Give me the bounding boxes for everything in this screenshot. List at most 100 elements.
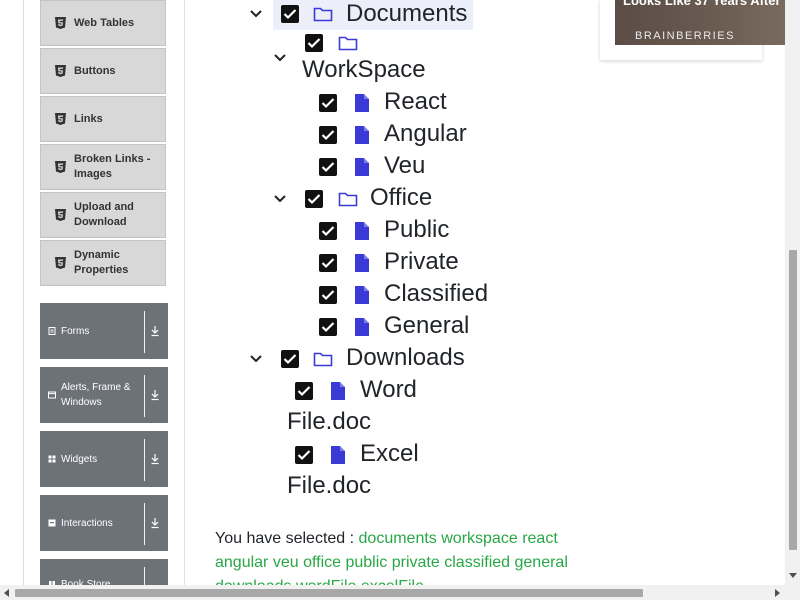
selected-item: office (303, 554, 342, 571)
box-icon (48, 519, 56, 527)
sidebar-group-label: Widgets (61, 453, 98, 465)
selected-item: workspace (441, 530, 518, 547)
sidebar-group-alerts[interactable]: Alerts, Frame & Windows (40, 367, 168, 423)
window-icon (48, 391, 56, 399)
sidebar-group-forms[interactable]: Forms (40, 303, 168, 359)
sidebar-item-label: Links (74, 112, 103, 125)
html5-icon (55, 17, 66, 29)
sidebar-item-label: Broken Links - Images (74, 153, 151, 180)
tree-label-classified[interactable]: Classified (384, 278, 488, 310)
sidebar-group-book-store[interactable]: Book Store (40, 559, 168, 585)
tree-label-general[interactable]: General (384, 310, 469, 342)
tree-label-veu[interactable]: Veu (384, 150, 425, 182)
selected-item: general (514, 554, 568, 571)
folder-icon (313, 352, 333, 367)
sidebar-group-label: Forms (61, 325, 90, 337)
file-icon (355, 158, 369, 176)
sidebar-group-label: Alerts, Frame & Windows (61, 382, 131, 408)
download-arrow-icon (151, 390, 159, 401)
chevron-down-icon[interactable] (273, 53, 287, 63)
ad-title[interactable]: Looks Like 37 Years After (623, 0, 781, 8)
selected-item: classified (444, 554, 511, 571)
file-icon (355, 222, 369, 240)
tree-label-excel-file[interactable]: Excel (360, 438, 419, 470)
sidebar-item-upload-download[interactable]: Upload and Download (40, 192, 166, 238)
vertical-scrollbar-thumb[interactable] (789, 250, 797, 550)
folder-icon (338, 192, 358, 207)
tree-label-downloads[interactable]: Downloads (346, 342, 465, 374)
file-icon (355, 94, 369, 112)
html5-icon (55, 161, 66, 173)
scroll-down-arrow-icon[interactable] (789, 573, 797, 578)
public-checkbox[interactable] (319, 222, 337, 240)
tree-label-office[interactable]: Office (370, 182, 432, 214)
veu-checkbox[interactable] (319, 158, 337, 176)
html5-icon (55, 257, 66, 269)
selected-item: react (522, 530, 558, 547)
selected-item: public (345, 554, 388, 571)
tree-label-private[interactable]: Private (384, 246, 459, 278)
group-separator (144, 503, 145, 545)
react-checkbox[interactable] (319, 94, 337, 112)
horizontal-scrollbar-thumb[interactable] (15, 589, 643, 597)
selected-item: private (391, 554, 440, 571)
angular-checkbox[interactable] (319, 126, 337, 144)
chevron-down-icon[interactable] (249, 9, 263, 19)
tree-label-angular[interactable]: Angular (384, 118, 467, 150)
chevron-down-icon[interactable] (273, 194, 287, 204)
sidebar-item-dynamic-properties[interactable]: Dynamic Properties (40, 240, 166, 286)
file-icon (48, 327, 56, 335)
group-separator (144, 375, 145, 417)
sidebar-item-broken-links[interactable]: Broken Links - Images (40, 144, 166, 190)
sidebar-group-interactions[interactable]: Interactions (40, 495, 168, 551)
file-icon (355, 318, 369, 336)
selection-prefix: You have selected : (215, 530, 355, 547)
folder-icon (338, 36, 358, 51)
sidebar-item-label: Upload and Download (74, 201, 134, 228)
sidebar-item-label: Dynamic Properties (74, 249, 129, 276)
sidebar-item-links[interactable]: Links (40, 96, 166, 142)
scroll-right-arrow-icon[interactable] (775, 589, 780, 597)
sidebar-item-web-tables[interactable]: Web Tables (40, 0, 166, 46)
file-icon (331, 446, 345, 464)
download-arrow-icon (151, 326, 159, 337)
excel-file-checkbox[interactable] (295, 446, 313, 464)
workspace-checkbox[interactable] (305, 34, 323, 52)
ad-brand: BRAINBERRIES (635, 30, 735, 42)
file-icon (355, 286, 369, 304)
sidebar-group-label: Interactions (61, 517, 113, 529)
folder-open-icon (313, 7, 333, 22)
tree-label-public[interactable]: Public (384, 214, 449, 246)
file-icon (331, 382, 345, 400)
sidebar-group-widgets[interactable]: Widgets (40, 431, 168, 487)
selected-item: documents (358, 530, 437, 547)
office-checkbox[interactable] (305, 190, 323, 208)
tree-label-react[interactable]: React (384, 86, 447, 118)
html5-icon (55, 209, 66, 221)
word-file-checkbox[interactable] (295, 382, 313, 400)
group-separator (144, 567, 145, 585)
sidebar-item-label: Buttons (74, 64, 116, 77)
sidebar-item-buttons[interactable]: Buttons (40, 48, 166, 94)
tree-label-workspace[interactable]: WorkSpace (302, 54, 426, 86)
general-checkbox[interactable] (319, 318, 337, 336)
private-checkbox[interactable] (319, 254, 337, 272)
sidebar-left-border (23, 0, 24, 585)
selected-item: angular (215, 554, 269, 571)
tree-label-word-file[interactable]: Word (360, 374, 417, 406)
selected-item: veu (272, 554, 299, 571)
sidebar-group-label: Book Store (61, 579, 111, 585)
scroll-left-arrow-icon[interactable] (4, 589, 9, 597)
download-arrow-icon (151, 454, 159, 465)
chevron-down-icon[interactable] (249, 354, 263, 364)
documents-checkbox[interactable] (281, 5, 299, 23)
tree-label-excel-file-cont[interactable]: File.doc (287, 470, 371, 502)
tree-label-word-file-cont[interactable]: File.doc (287, 406, 371, 438)
file-icon (355, 254, 369, 272)
sidebar-item-label: Web Tables (74, 16, 135, 29)
tree-label-documents[interactable]: Documents (346, 0, 467, 30)
classified-checkbox[interactable] (319, 286, 337, 304)
group-separator (144, 439, 145, 481)
downloads-checkbox[interactable] (281, 350, 299, 368)
html5-icon (55, 65, 66, 77)
